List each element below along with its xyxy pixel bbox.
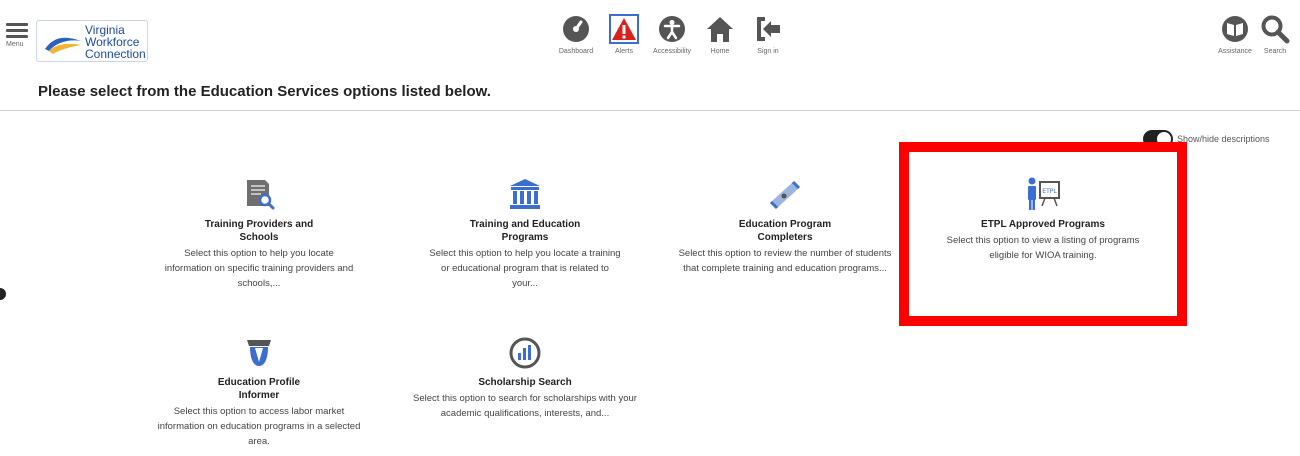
tile-description: Select this option to help you locate in… — [164, 248, 354, 289]
nav-signin[interactable]: Sign in — [744, 14, 792, 64]
alerts-icon-frame — [609, 14, 639, 44]
tile-education-program-completers[interactable]: Education Program Completers Select this… — [670, 176, 900, 276]
logo-line-3: Connection — [85, 47, 146, 61]
chart-magnifier-icon — [509, 337, 541, 369]
hamburger-bar — [6, 29, 28, 32]
site-logo[interactable]: Virginia Workforce Connection — [36, 20, 148, 62]
tile-title: Training and Education Programs — [469, 219, 581, 243]
tile-description: Select this option to search for scholar… — [413, 393, 637, 419]
nav-alerts[interactable]: Alerts — [600, 14, 648, 64]
nav-alerts-label: Alerts — [615, 48, 633, 55]
toggle-knob — [1157, 132, 1171, 146]
top-cropped-heading-strip — [0, 0, 1300, 6]
tile-title: Scholarship Search — [478, 377, 572, 388]
tile-description: Select this option to view a listing of … — [946, 235, 1140, 261]
site-header: Menu Virginia Workforce Connection Dashb… — [0, 10, 1300, 70]
nav-dashboard[interactable]: Dashboard — [552, 14, 600, 64]
tile-title: Education Program Completers — [738, 219, 832, 243]
nav-dashboard-label: Dashboard — [558, 48, 594, 55]
main-nav: Dashboard Alerts Accessibility Home Sign… — [552, 14, 792, 64]
tile-training-education-programs[interactable]: Training and Education Programs Select t… — [410, 176, 640, 291]
toggle-label: Show/hide descriptions — [1177, 134, 1270, 144]
page-title: Please select from the Education Service… — [38, 83, 491, 100]
dashboard-gauge-icon — [563, 16, 589, 42]
tile-title: Education Profile Informer — [217, 377, 301, 401]
hamburger-icon — [6, 23, 28, 26]
alert-triangle-icon — [612, 18, 636, 40]
tile-description: Select this option to help you locate a … — [429, 248, 621, 289]
nav-home-label: Home — [710, 48, 730, 55]
tile-description: Select this option to access labor marke… — [157, 406, 361, 447]
svg-text:ETPL: ETPL — [1042, 188, 1057, 195]
show-hide-descriptions-toggle[interactable]: Show/hide descriptions — [1143, 130, 1270, 148]
search-button[interactable]: Search — [1255, 14, 1295, 55]
nav-signin-label: Sign in — [757, 48, 779, 55]
diploma-icon — [769, 180, 801, 210]
building-icon — [510, 179, 540, 209]
side-panel-handle[interactable] — [0, 288, 6, 300]
book-icon — [1222, 16, 1248, 42]
nav-home[interactable]: Home — [696, 14, 744, 64]
header-tools: Assistance Search — [1215, 14, 1295, 55]
header-divider — [0, 110, 1300, 111]
search-icon — [1261, 15, 1290, 44]
search-label: Search — [1263, 48, 1287, 55]
document-search-icon — [247, 180, 275, 210]
assistance-button[interactable]: Assistance — [1215, 14, 1255, 55]
menu-button[interactable]: Menu — [6, 20, 30, 60]
assistance-label: Assistance — [1218, 48, 1252, 55]
toggle-switch — [1143, 130, 1173, 148]
tile-scholarship-search[interactable]: Scholarship Search Select this option to… — [410, 336, 640, 421]
tile-education-profile-informer[interactable]: Education Profile Informer Select this o… — [144, 336, 374, 449]
tile-training-providers[interactable]: Training Providers and Schools Select th… — [144, 176, 374, 291]
tile-title: Training Providers and Schools — [204, 219, 314, 243]
tile-description: Select this option to review the number … — [678, 248, 892, 274]
nav-accessibility[interactable]: Accessibility — [648, 14, 696, 64]
logo-swoosh-icon — [45, 37, 81, 54]
nav-accessibility-label: Accessibility — [652, 48, 692, 55]
graduate-icon — [247, 340, 271, 366]
menu-label: Menu — [6, 41, 24, 48]
accessibility-icon — [659, 16, 685, 42]
tile-title: ETPL Approved Programs — [981, 219, 1105, 230]
presenter-board-icon: ETPL — [1028, 177, 1060, 210]
hamburger-bar — [6, 35, 28, 38]
tile-etpl-approved-programs[interactable]: ETPL ETPL Approved Programs Select this … — [928, 174, 1158, 263]
sign-in-icon — [757, 17, 780, 41]
home-icon — [707, 17, 733, 42]
